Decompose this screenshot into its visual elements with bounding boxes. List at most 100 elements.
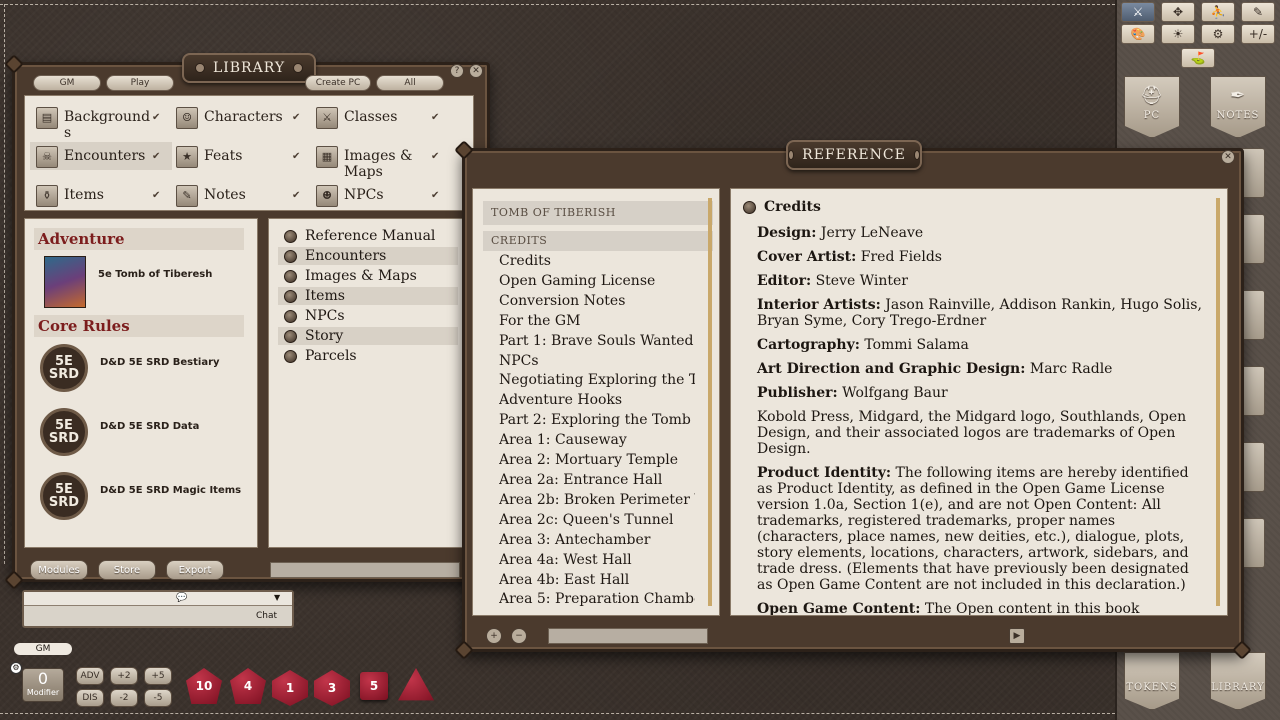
plus-five-button[interactable]: +5 [144, 667, 172, 685]
credit-label: Cartography: [757, 337, 860, 353]
notes-sidebar-button[interactable]: ✒ NOTES [1210, 76, 1266, 138]
toc-item[interactable]: Conversion Notes [499, 292, 695, 312]
category-label: Feats [204, 148, 243, 164]
targeting-tool-icon[interactable]: ✥ [1161, 2, 1195, 22]
gm-filter-button[interactable]: GM [33, 75, 101, 91]
toc-item[interactable]: Area 5: Preparation Chambe [499, 590, 695, 610]
chat-box[interactable]: 💬 ▼ Chat [22, 590, 294, 628]
link-story[interactable]: Story [284, 328, 343, 344]
store-button[interactable]: Store [98, 560, 156, 580]
d20-die[interactable] [398, 668, 434, 701]
remove-button[interactable]: − [511, 628, 527, 644]
toc-item[interactable]: Area 4b: East Hall [499, 571, 695, 591]
pointer-icon[interactable]: ⛳ [1181, 48, 1215, 68]
d4-die[interactable]: 4 [230, 668, 266, 704]
category-classes[interactable]: ⚔ Classes [316, 107, 397, 129]
library-sidebar-button[interactable]: LIBRARY [1210, 652, 1266, 710]
toc-item[interactable]: Area 1: Causeway [499, 431, 695, 451]
journal-tool-icon[interactable]: ✎ [1241, 2, 1275, 22]
module-tomb-of-tiberesh[interactable]: 5e Tomb of Tiberesh [44, 256, 212, 308]
link-parcels[interactable]: Parcels [284, 348, 357, 364]
category-notes[interactable]: ✎ Notes [176, 185, 246, 207]
toc-section-credits[interactable]: CREDITS [483, 231, 713, 251]
content-scrollbar[interactable] [1216, 198, 1220, 606]
export-button[interactable]: Export [166, 560, 224, 580]
create-pc-filter-button[interactable]: Create PC [305, 75, 371, 91]
credit-text: Kobold Press, Midgard, the Midgard logo,… [757, 409, 1187, 457]
link-reference-manual[interactable]: Reference Manual [284, 228, 435, 244]
category-characters[interactable]: ☺ Characters [176, 107, 283, 129]
library-title-plate[interactable]: LIBRARY [182, 53, 316, 83]
toc-item[interactable]: Area 2c: Queen's Tunnel [499, 511, 695, 531]
toc-item[interactable]: Area 2a: Entrance Hall [499, 471, 695, 491]
plus-two-button[interactable]: +2 [110, 667, 138, 685]
toc-item[interactable]: Area 2b: Broken Perimeter V [499, 491, 695, 511]
link-items[interactable]: Items [284, 288, 345, 304]
play-filter-button[interactable]: Play [106, 75, 174, 91]
toc-item[interactable]: Negotiating Exploring the To [499, 371, 695, 391]
pc-sidebar-button[interactable]: ⛑ PC [1124, 76, 1180, 138]
bullet-icon [284, 329, 297, 343]
link-label: NPCs [305, 308, 345, 324]
library-close-button[interactable]: ✕ [469, 64, 483, 78]
minus-five-button[interactable]: -5 [144, 689, 172, 707]
module-srd-data[interactable]: 5E SRD D&D 5E SRD Data [40, 408, 199, 456]
library-search-input[interactable] [270, 562, 460, 578]
speech-bubble-icon[interactable]: 💬 [176, 593, 187, 603]
toc-item[interactable]: Part 1: Brave Souls Wanted [499, 332, 695, 352]
settings-gear-icon[interactable]: ⚙ [10, 662, 22, 674]
knob-icon [194, 63, 205, 73]
tokens-sidebar-button[interactable]: TOKENS [1124, 652, 1180, 710]
reference-title-plate[interactable]: REFERENCE [786, 140, 922, 170]
all-filter-button[interactable]: All [376, 75, 444, 91]
toc-item[interactable]: Part 2: Exploring the Tomb [499, 411, 695, 431]
modules-button[interactable]: Modules [30, 560, 88, 580]
link-encounters[interactable]: Encounters [284, 248, 386, 264]
d6-die[interactable]: 1 [272, 670, 308, 706]
add-button[interactable]: + [486, 628, 502, 644]
toc-item[interactable]: For the GM [499, 312, 695, 332]
chevron-down-icon[interactable]: ▼ [274, 593, 280, 602]
help-button[interactable]: ? [450, 64, 464, 78]
toc-item[interactable]: Area 3: Antechamber [499, 531, 695, 551]
combat-tool-icon[interactable]: ⚔ [1121, 2, 1155, 22]
play-button[interactable]: ▶ [1009, 628, 1025, 644]
settings-icon[interactable]: ⚙ [1201, 24, 1235, 44]
disadvantage-button[interactable]: DIS [76, 689, 104, 707]
modifier-box[interactable]: 0 Modifier [22, 668, 64, 702]
link-images-maps[interactable]: Images & Maps [284, 268, 417, 284]
category-backgrounds[interactable]: ▤ Background s [36, 107, 150, 141]
toc-book-title[interactable]: TOMB OF TIBERISH [483, 201, 713, 225]
credit-label: Publisher: [757, 385, 838, 401]
toc-scrollbar[interactable] [708, 198, 712, 606]
category-npcs[interactable]: ☻ NPCs [316, 185, 384, 207]
reference-close-button[interactable]: ✕ [1221, 150, 1235, 164]
minus-two-button[interactable]: -2 [110, 689, 138, 707]
module-srd-bestiary[interactable]: 5E SRD D&D 5E SRD Bestiary [40, 344, 220, 392]
toc-item[interactable]: Area 2: Mortuary Temple [499, 451, 695, 471]
d12-die[interactable]: 5 [360, 672, 388, 700]
category-images-maps[interactable]: ▦ Images & Maps [316, 146, 413, 180]
helmet-icon: ⛑ [1140, 85, 1164, 106]
d8-die[interactable]: 3 [314, 670, 350, 706]
d100-die[interactable]: 10 [186, 668, 222, 704]
reference-search-input[interactable] [548, 628, 708, 644]
toc-item[interactable]: Adventure Hooks [499, 391, 695, 411]
toc-item[interactable]: Open Gaming License [499, 272, 695, 292]
link-npcs[interactable]: NPCs [284, 308, 345, 324]
bullet-icon [284, 349, 297, 363]
advantage-button[interactable]: ADV [76, 667, 104, 685]
category-feats[interactable]: ★ Feats [176, 146, 243, 168]
toc-item[interactable]: Area 4a: West Hall [499, 551, 695, 571]
party-tool-icon[interactable]: ⛹ [1201, 2, 1235, 22]
toc-item[interactable]: NPCs [499, 352, 695, 372]
modifiers-button[interactable]: +/- [1241, 24, 1275, 44]
lighting-icon[interactable]: ☀ [1161, 24, 1195, 44]
bullet-icon [284, 269, 297, 283]
module-srd-magic-items[interactable]: 5E SRD D&D 5E SRD Magic Items [40, 472, 241, 520]
toc-item[interactable]: Credits [499, 252, 695, 272]
modifier-value: 0 [37, 669, 49, 688]
palette-icon[interactable]: 🎨 [1121, 24, 1155, 44]
category-items[interactable]: ⚱ Items [36, 185, 104, 207]
category-encounters[interactable]: ☠ Encounters [36, 146, 145, 168]
